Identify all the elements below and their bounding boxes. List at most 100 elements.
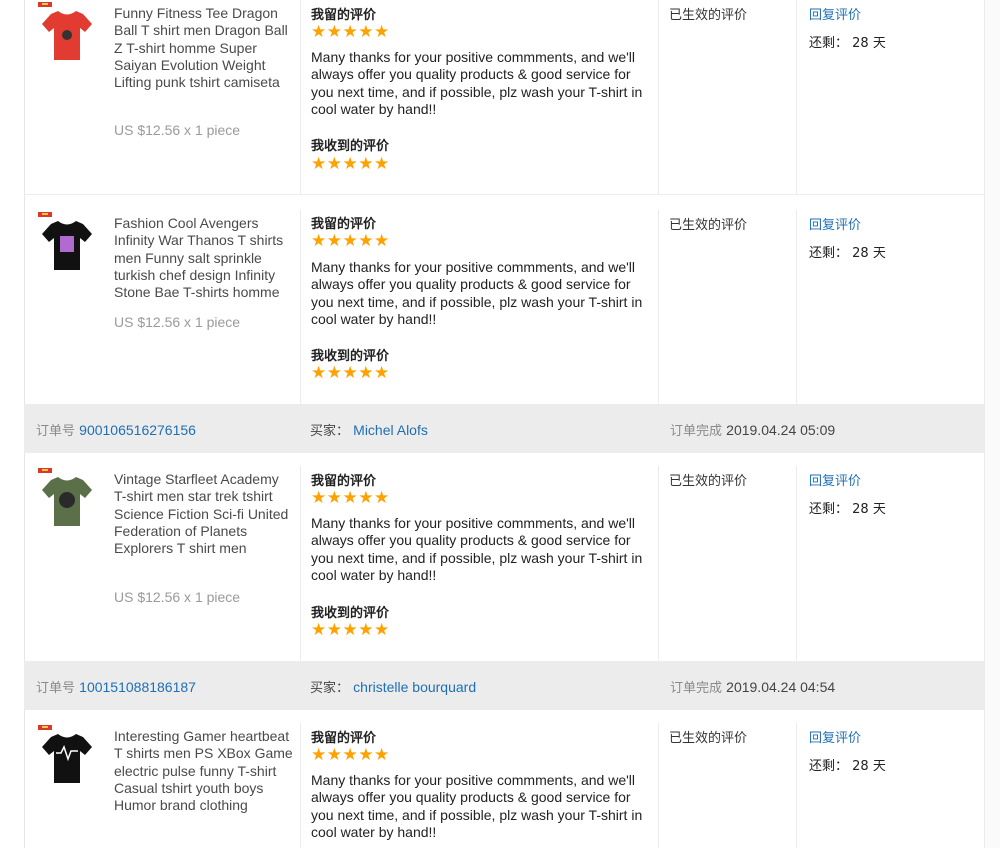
product-name[interactable]: Vintage Starfleet Academy T-shirt men st…	[114, 471, 294, 557]
review-text: Many thanks for your positive commments,…	[311, 259, 643, 327]
order-completed-group: 订单完成 2019.04.24 04:54	[670, 677, 835, 696]
tshirt-shape	[42, 734, 92, 783]
my-review-stars: ★★★★★	[311, 488, 390, 508]
product-cell: Vintage Starfleet Academy T-shirt men st…	[24, 466, 300, 661]
review-status: 已生效的评价	[669, 731, 748, 746]
received-review-stars: ★★★★★	[311, 154, 390, 174]
buyer-label: 买家：	[310, 424, 350, 439]
tshirt-icon	[42, 11, 92, 60]
status-cell: 已生效的评价	[658, 466, 797, 661]
tshirt-icon	[42, 477, 92, 526]
product-price: US $12.56 x 1 piece	[114, 589, 241, 605]
order-number-link[interactable]: 900106516276156	[79, 422, 196, 438]
order-number-label: 订单号	[36, 681, 76, 696]
buyer-label: 买家：	[310, 681, 350, 696]
remaining-label: 还剩：	[809, 759, 849, 774]
remaining-label: 还剩：	[809, 246, 849, 261]
received-review-label: 我收到的评价	[311, 349, 390, 364]
status-cell: 已生效的评价	[658, 723, 797, 848]
order-number-group: 订单号 900106516276156	[36, 420, 196, 439]
review-status: 已生效的评价	[669, 474, 748, 489]
received-review-stars: ★★★★★	[311, 620, 390, 640]
product-thumbnail[interactable]	[38, 212, 96, 274]
product-name[interactable]: Funny Fitness Tee Dragon Ball T shirt me…	[114, 5, 294, 91]
status-cell: 已生效的评价	[658, 210, 797, 404]
review-cell: 我留的评价 ★★★★★ Many thanks for your positiv…	[300, 210, 659, 404]
promo-badge-icon	[38, 725, 52, 730]
review-status: 已生效的评价	[669, 8, 748, 23]
order-header: 订单号 900106516276156 买家： Michel Alofs 订单完…	[24, 405, 984, 453]
status-cell: 已生效的评价	[658, 0, 797, 194]
my-review-label: 我留的评价	[311, 217, 377, 232]
order-header: 订单号 100151088186187 买家： christelle bourq…	[24, 662, 984, 710]
buyer-name-link[interactable]: christelle bourquard	[353, 679, 476, 695]
my-review-stars: ★★★★★	[311, 22, 390, 42]
reply-review-link[interactable]: 回复评价	[809, 214, 861, 233]
product-cell: Interesting Gamer heartbeat T shirts men…	[24, 723, 300, 848]
order-completed-label: 订单完成	[670, 681, 723, 696]
time-remaining: 还剩： 28 天	[809, 32, 886, 51]
order-number-label: 订单号	[36, 424, 76, 439]
order-completed-time: 2019.04.24 04:54	[726, 679, 836, 695]
tshirt-icon	[42, 221, 92, 270]
promo-badge-icon	[38, 2, 52, 7]
my-review-stars: ★★★★★	[311, 745, 390, 765]
order-number-link[interactable]: 100151088186187	[79, 679, 196, 695]
buyer-group: 买家： christelle bourquard	[310, 677, 476, 696]
product-thumbnail[interactable]	[38, 725, 96, 787]
reply-review-link[interactable]: 回复评价	[809, 4, 861, 23]
action-cell: 回复评价 还剩： 28 天	[796, 0, 985, 194]
product-cell: Fashion Cool Avengers Infinity War Thano…	[24, 210, 300, 404]
time-remaining: 还剩： 28 天	[809, 498, 886, 517]
product-thumbnail[interactable]	[38, 468, 96, 530]
time-remaining: 还剩： 28 天	[809, 242, 886, 261]
received-review-stars: ★★★★★	[311, 363, 390, 383]
review-text: Many thanks for your positive commments,…	[311, 49, 643, 117]
remaining-value: 28 天	[852, 759, 886, 774]
remaining-label: 还剩：	[809, 36, 849, 51]
buyer-group: 买家： Michel Alofs	[310, 420, 428, 439]
review-cell: 我留的评价 ★★★★★ Many thanks for your positiv…	[300, 723, 659, 848]
received-review-label: 我收到的评价	[311, 139, 390, 154]
my-review-label: 我留的评价	[311, 474, 377, 489]
buyer-name-link[interactable]: Michel Alofs	[353, 422, 428, 438]
action-cell: 回复评价 还剩： 28 天	[796, 210, 985, 404]
order-number-group: 订单号 100151088186187	[36, 677, 196, 696]
product-thumbnail[interactable]	[38, 2, 96, 64]
action-cell: 回复评价 还剩： 28 天	[796, 723, 985, 848]
order-completed-time: 2019.04.24 05:09	[726, 422, 836, 438]
order-completed-label: 订单完成	[670, 424, 723, 439]
remaining-value: 28 天	[852, 502, 886, 517]
remaining-label: 还剩：	[809, 502, 849, 517]
promo-badge-icon	[38, 468, 52, 473]
feedback-list: Funny Fitness Tee Dragon Ball T shirt me…	[24, 0, 984, 848]
reply-review-link[interactable]: 回复评价	[809, 727, 861, 746]
product-cell: Funny Fitness Tee Dragon Ball T shirt me…	[24, 0, 300, 194]
my-review-label: 我留的评价	[311, 8, 377, 23]
feedback-row: Interesting Gamer heartbeat T shirts men…	[24, 723, 984, 848]
promo-badge-icon	[38, 212, 52, 217]
product-price: US $12.56 x 1 piece	[114, 314, 241, 330]
review-text: Many thanks for your positive commments,…	[311, 515, 643, 583]
review-text: Many thanks for your positive commments,…	[311, 772, 643, 840]
received-review-label: 我收到的评价	[311, 606, 390, 621]
my-review-label: 我留的评价	[311, 731, 377, 746]
remaining-value: 28 天	[852, 36, 886, 51]
feedback-row: Vintage Starfleet Academy T-shirt men st…	[24, 466, 984, 662]
my-review-stars: ★★★★★	[311, 231, 390, 251]
feedback-row: Fashion Cool Avengers Infinity War Thano…	[24, 210, 984, 405]
product-price: US $12.56 x 1 piece	[114, 122, 241, 138]
review-status: 已生效的评价	[669, 218, 748, 233]
review-cell: 我留的评价 ★★★★★ Many thanks for your positiv…	[300, 0, 659, 194]
feedback-row: Funny Fitness Tee Dragon Ball T shirt me…	[24, 0, 984, 195]
time-remaining: 还剩： 28 天	[809, 755, 886, 774]
review-cell: 我留的评价 ★★★★★ Many thanks for your positiv…	[300, 466, 659, 661]
product-name[interactable]: Fashion Cool Avengers Infinity War Thano…	[114, 215, 294, 301]
action-cell: 回复评价 还剩： 28 天	[796, 466, 985, 661]
order-completed-group: 订单完成 2019.04.24 05:09	[670, 420, 835, 439]
tshirt-icon	[42, 734, 92, 783]
remaining-value: 28 天	[852, 246, 886, 261]
reply-review-link[interactable]: 回复评价	[809, 470, 861, 489]
scrollbar-track[interactable]	[984, 0, 1000, 848]
product-name[interactable]: Interesting Gamer heartbeat T shirts men…	[114, 728, 294, 814]
